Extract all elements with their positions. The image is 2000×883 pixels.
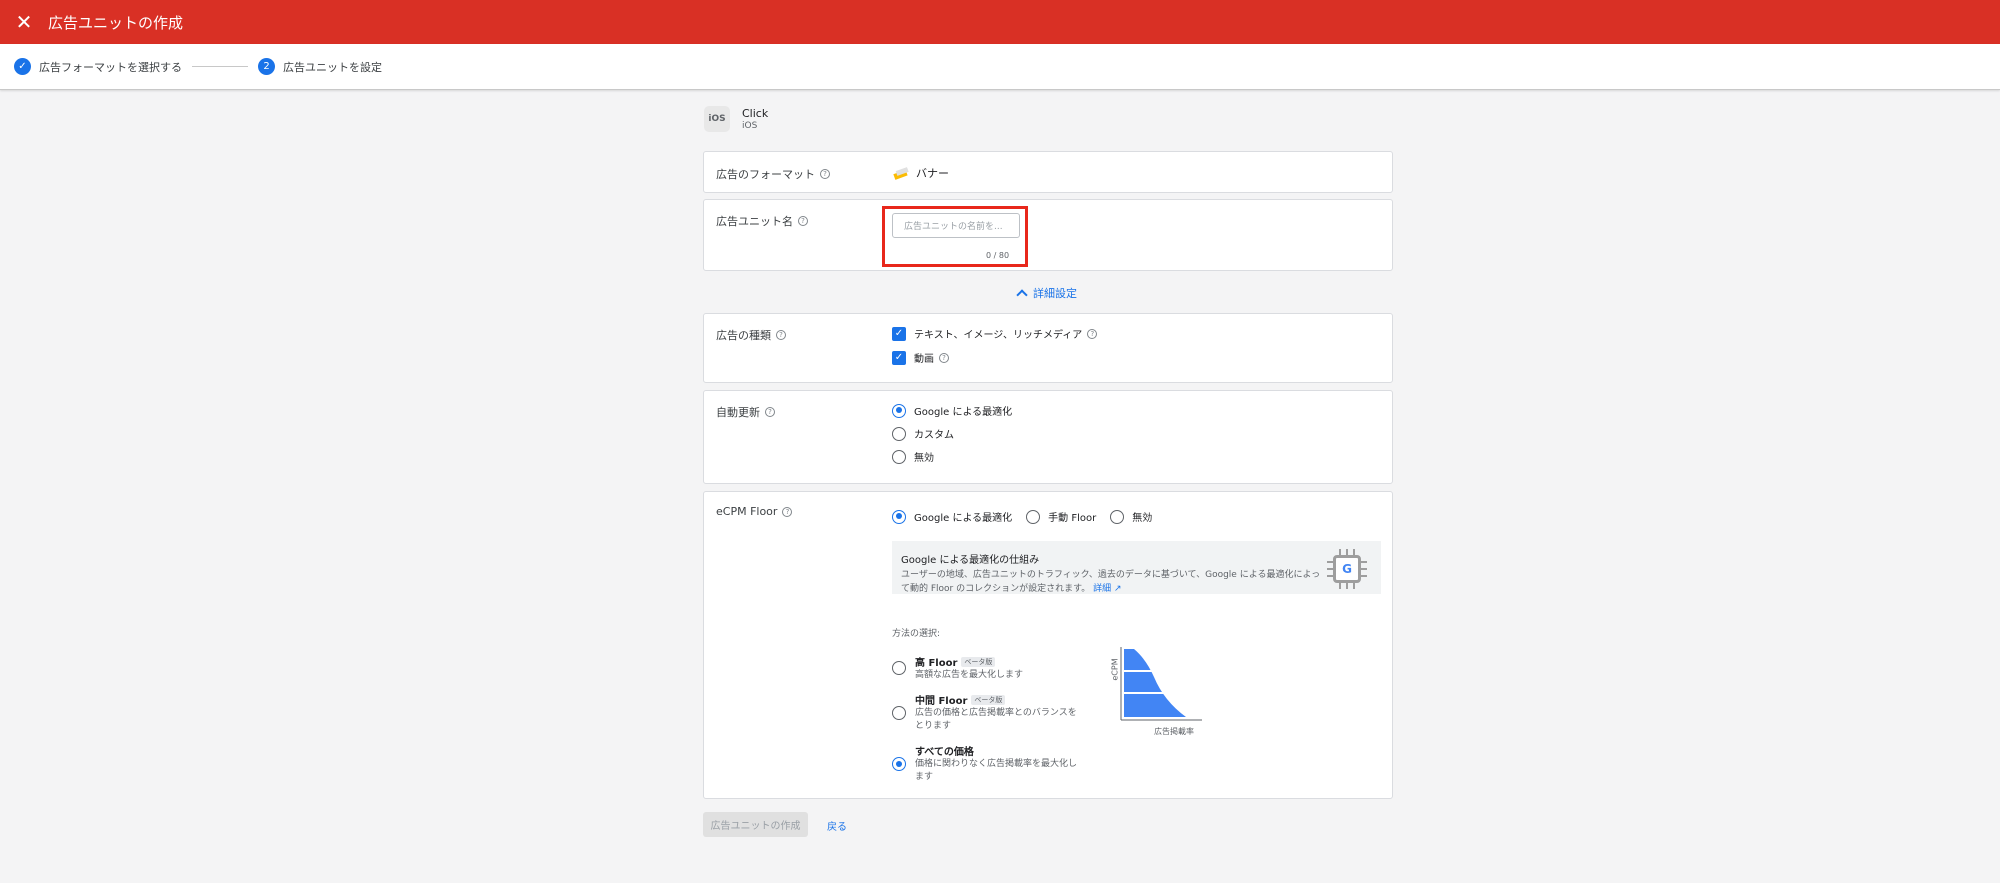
help-icon[interactable]: ? [776, 330, 786, 340]
step-configure-unit: 2 広告ユニットを設定 [258, 58, 382, 75]
unit-name-card: 広告ユニット名? 広告ユニットの名前を... 0 / 80 [703, 199, 1393, 271]
ecpm-illustration: eCPM 広告掲載率 [1106, 645, 1206, 736]
radio-unselected[interactable] [1026, 509, 1041, 524]
highlight-box [882, 206, 1028, 267]
chevron-up-icon [1016, 289, 1028, 301]
ad-types-card: 広告の種類? ✓ テキスト、イメージ、リッチメディア? ✓ 動画? [703, 313, 1393, 383]
graph-y-label: eCPM [1110, 658, 1120, 681]
help-icon[interactable]: ? [939, 352, 949, 363]
step-divider [192, 66, 248, 67]
radio-unselected[interactable] [892, 661, 906, 675]
learn-more-link[interactable]: 詳細 ↗ [1093, 584, 1121, 594]
radio-unselected[interactable] [892, 449, 906, 464]
help-icon[interactable]: ? [1087, 328, 1098, 339]
help-icon[interactable]: ? [820, 169, 830, 179]
info-text: ユーザーの地域、広告ユニットのトラフィック、過去のデータに基づいて、Google… [901, 570, 1321, 594]
checkbox-checked-icon[interactable]: ✓ [892, 326, 906, 341]
checkbox-checked-icon[interactable]: ✓ [892, 350, 906, 365]
stepper: ✓ 広告フォーマットを選択する 2 広告ユニットを設定 [0, 44, 2000, 90]
google-chip-icon: G [1327, 549, 1367, 589]
auto-refresh-option-custom[interactable]: カスタム [892, 426, 954, 441]
radio-selected[interactable] [892, 757, 906, 771]
page-title: 広告ユニットの作成 [48, 13, 184, 32]
banner-icon [893, 167, 909, 180]
step-label: 広告ユニットを設定 [283, 60, 382, 74]
ad-type-option-rich-media[interactable]: ✓ テキスト、イメージ、リッチメディア? [892, 326, 1098, 341]
format-label: 広告のフォーマット? [716, 166, 830, 182]
top-bar: ✕ 広告ユニットの作成 [0, 0, 2000, 44]
ad-type-option-video[interactable]: ✓ 動画? [892, 350, 949, 365]
app-name: Click [742, 107, 769, 120]
ecpm-floor-label: eCPM Floor? [716, 505, 793, 518]
help-icon[interactable]: ? [798, 216, 808, 226]
external-link-icon: ↗ [1113, 584, 1122, 594]
create-ad-unit-button[interactable]: 広告ユニットの作成 [703, 812, 808, 837]
radio-unselected[interactable] [892, 426, 906, 441]
beta-badge: ベータ版 [961, 656, 996, 667]
check-icon: ✓ [14, 58, 31, 75]
app-platform: iOS [742, 121, 758, 131]
optimization-info-box: Google による最適化の仕組み ユーザーの地域、広告ユニットのトラフィック、… [892, 541, 1381, 594]
method-label: 方法の選択: [892, 629, 941, 639]
info-title: Google による最適化の仕組み [901, 555, 1040, 566]
radio-unselected[interactable] [1110, 509, 1125, 524]
back-link[interactable]: 戻る [827, 818, 847, 833]
step-label: 広告フォーマットを選択する [39, 60, 182, 74]
radio-selected[interactable] [892, 509, 906, 524]
graph-x-label: 広告掲載率 [1154, 727, 1194, 736]
step-number: 2 [258, 58, 275, 75]
unit-name-label: 広告ユニット名? [716, 213, 808, 229]
ad-types-label: 広告の種類? [716, 327, 786, 343]
auto-refresh-option-google[interactable]: Google による最適化 [892, 403, 1012, 418]
close-icon[interactable]: ✕ [0, 0, 48, 44]
help-icon[interactable]: ? [782, 506, 793, 517]
ecpm-options: Google による最適化 手動 Floor 無効 [892, 509, 1152, 524]
app-info: iOS Click iOS [704, 106, 768, 132]
ecpm-floor-card: eCPM Floor? Google による最適化 手動 Floor 無効 Go… [703, 491, 1393, 799]
step-select-format[interactable]: ✓ 広告フォーマットを選択する [14, 58, 182, 75]
auto-refresh-label: 自動更新? [716, 404, 775, 420]
advanced-settings-toggle[interactable]: 詳細設定 [1016, 285, 1077, 301]
radio-selected[interactable] [892, 403, 906, 418]
help-icon[interactable]: ? [765, 407, 775, 417]
format-card: 広告のフォーマット? バナー [703, 151, 1393, 193]
app-icon: iOS [704, 106, 730, 132]
format-value: バナー [892, 165, 949, 181]
beta-badge: ベータ版 [971, 694, 1006, 705]
auto-refresh-option-disabled[interactable]: 無効 [892, 449, 934, 464]
auto-refresh-card: 自動更新? Google による最適化 カスタム 無効 [703, 390, 1393, 484]
ecpm-curve [1120, 647, 1202, 721]
radio-unselected[interactable] [892, 706, 906, 720]
